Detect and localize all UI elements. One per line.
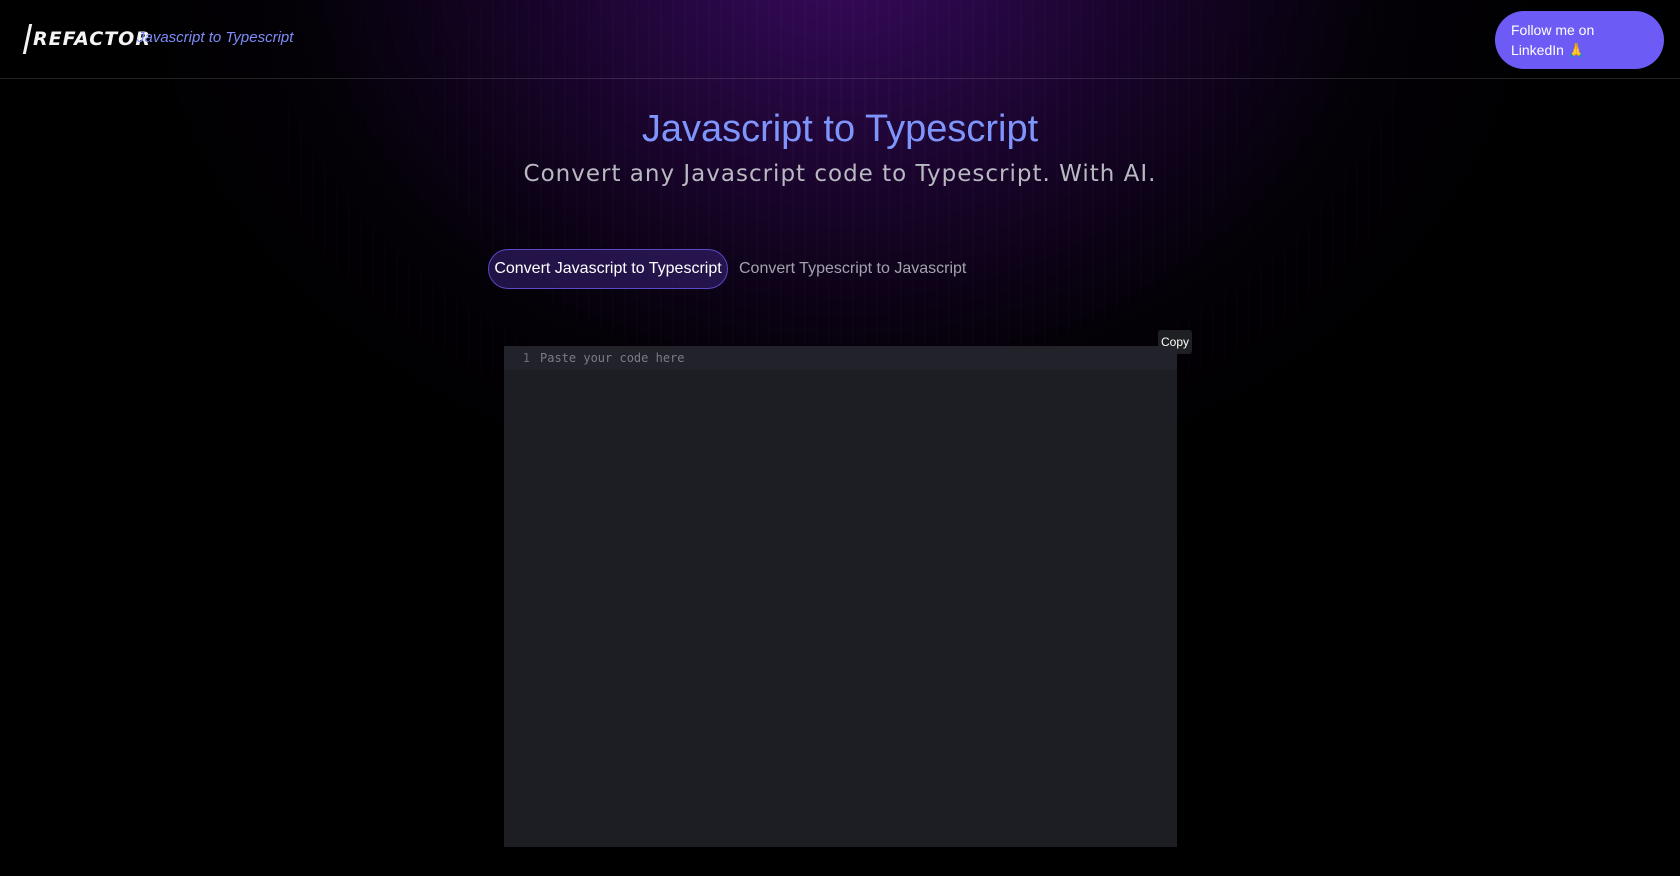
- code-input[interactable]: [540, 348, 1177, 368]
- refactor-logo[interactable]: REFACTOR: [22, 23, 151, 55]
- tab-ts-to-js[interactable]: Convert Typescript to Javascript: [730, 249, 975, 289]
- line-number: 1: [522, 351, 530, 365]
- top-header: REFACTOR Javascript to Typescript Follow…: [0, 0, 1680, 79]
- logo-bar-icon: [22, 24, 33, 54]
- follow-linkedin-button[interactable]: Follow me on LinkedIn 🙏: [1495, 11, 1664, 69]
- logo-text: REFACTOR: [33, 28, 151, 50]
- page-subtitle: Convert any Javascript code to Typescrip…: [523, 161, 1157, 187]
- editor-active-line: 1: [504, 346, 1177, 370]
- tab-js-to-ts[interactable]: Convert Javascript to Typescript: [488, 249, 728, 289]
- page-title: Javascript to Typescript: [641, 108, 1039, 150]
- header-subtitle: Javascript to Typescript: [137, 29, 294, 46]
- conversion-tabs: Convert Javascript to Typescript Convert…: [488, 248, 975, 290]
- code-editor[interactable]: 1: [504, 346, 1177, 847]
- page: REFACTOR Javascript to Typescript Follow…: [0, 0, 1680, 876]
